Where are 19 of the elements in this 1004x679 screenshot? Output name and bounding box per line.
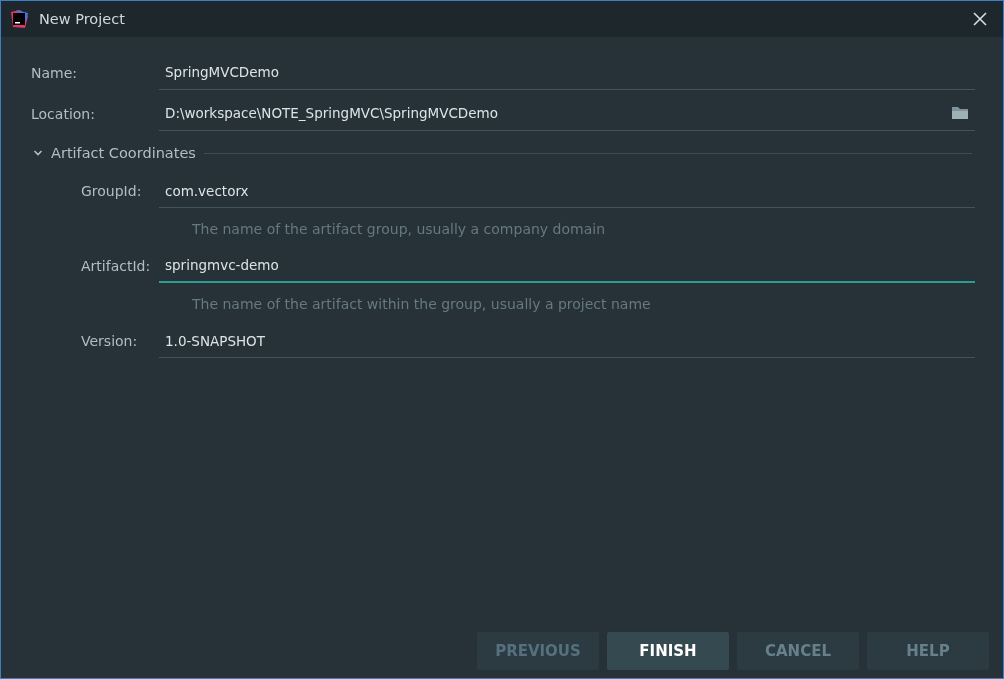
- chevron-down-icon: [33, 148, 43, 158]
- dialog-button[interactable]: FINISH: [607, 632, 729, 670]
- folder-icon[interactable]: [951, 106, 969, 120]
- section-toggle[interactable]: Artifact Coordinates: [33, 145, 196, 161]
- text-field[interactable]: com.vectorx: [159, 174, 975, 208]
- field-hint: The name of the artifact within the group, usually a project name: [192, 295, 651, 312]
- text-field[interactable]: D:\workspace\NOTE_SpringMVC\SpringMVCDemo: [159, 96, 975, 131]
- window-title: New Project: [39, 11, 126, 27]
- field-hint: The name of the artifact group, usually a company domain: [192, 220, 605, 237]
- field-label: Version:: [81, 333, 139, 349]
- app-logo-icon: [9, 9, 29, 29]
- text-field[interactable]: 1.0-SNAPSHOT: [159, 324, 975, 358]
- field-label: GroupId:: [81, 183, 143, 199]
- field-label: ArtifactId:: [81, 258, 152, 274]
- close-icon: [973, 12, 987, 26]
- text-field[interactable]: springmvc-demo: [159, 249, 975, 283]
- field-label: Location:: [31, 105, 96, 122]
- field-label: Name:: [31, 64, 79, 81]
- text-field[interactable]: SpringMVCDemo: [159, 55, 975, 90]
